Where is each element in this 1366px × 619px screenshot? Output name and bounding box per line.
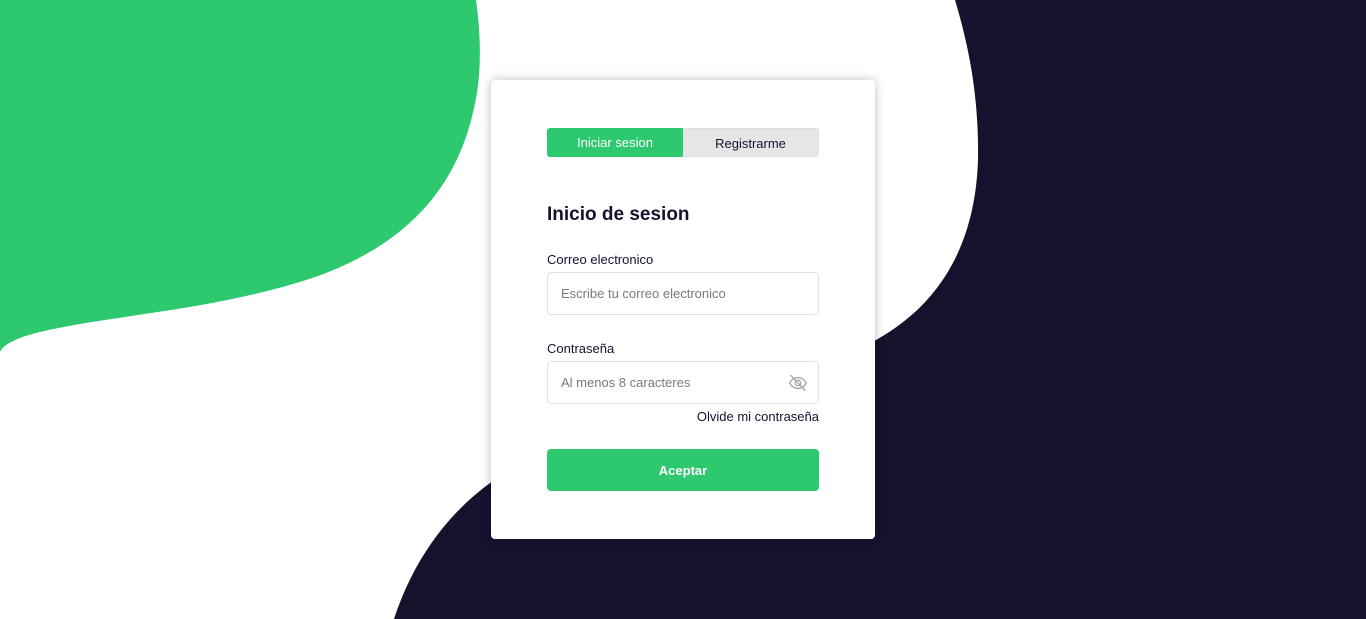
login-card: Iniciar sesion Registrarme Inicio de ses… xyxy=(491,80,875,539)
accept-button[interactable]: Aceptar xyxy=(547,449,819,491)
tab-login[interactable]: Iniciar sesion xyxy=(547,128,683,157)
email-label: Correo electronico xyxy=(547,252,654,267)
email-input[interactable] xyxy=(548,273,818,314)
password-label: Contraseña xyxy=(547,341,615,356)
password-field-container xyxy=(547,361,819,404)
tab-register[interactable]: Registrarme xyxy=(683,128,819,157)
form-heading: Inicio de sesion xyxy=(547,204,690,225)
login-page: Iniciar sesion Registrarme Inicio de ses… xyxy=(0,0,1366,619)
email-field-container xyxy=(547,272,819,315)
password-input[interactable] xyxy=(548,362,818,403)
green-blob-shape xyxy=(0,0,480,352)
auth-tabs: Iniciar sesion Registrarme xyxy=(547,128,819,157)
eye-off-icon[interactable] xyxy=(787,373,809,393)
forgot-password-link[interactable]: Olvide mi contraseña xyxy=(697,409,819,424)
